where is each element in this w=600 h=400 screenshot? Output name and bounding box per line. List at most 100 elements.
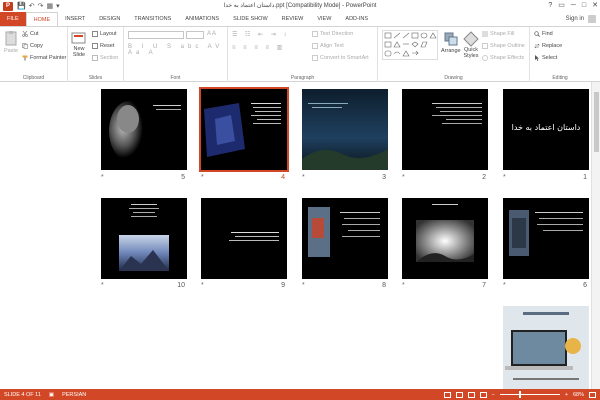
tab-transitions[interactable]: TRANSITIONS xyxy=(127,12,178,26)
avatar[interactable] xyxy=(588,15,596,23)
smartart-icon xyxy=(312,55,318,61)
quick-styles-button[interactable]: Quick Styles xyxy=(463,31,479,59)
font-name-dropdown[interactable] xyxy=(128,31,184,39)
convert-smartart-button[interactable]: Convert to SmartArt xyxy=(312,55,369,61)
replace-button[interactable]: Replace xyxy=(534,43,562,49)
tab-slide-show[interactable]: SLIDE SHOW xyxy=(226,12,275,26)
slide-animation-icon-9[interactable]: * xyxy=(201,282,204,289)
cut-label: Cut xyxy=(30,31,39,37)
tab-review[interactable]: REVIEW xyxy=(275,12,311,26)
start-slideshow-icon[interactable]: ▦ xyxy=(46,2,53,10)
align-buttons[interactable]: ≡ ≡ ≡ ≡ ▥ xyxy=(232,44,285,51)
shape-outline-button[interactable]: Shape Outline xyxy=(482,43,525,49)
vertical-scrollbar[interactable] xyxy=(591,82,600,389)
slide-thumbnail-8[interactable] xyxy=(302,198,388,279)
arrange-button[interactable]: Arrange xyxy=(441,31,461,54)
save-icon[interactable]: 💾 xyxy=(17,2,26,10)
close-icon[interactable]: ✕ xyxy=(592,0,598,12)
undo-icon[interactable]: ↶ xyxy=(29,2,35,10)
slide-8-image xyxy=(302,198,388,279)
pen-icon xyxy=(482,43,488,49)
select-button[interactable]: Select xyxy=(534,55,557,61)
slide-thumbnail-1[interactable]: داستان اعتماد به خدا xyxy=(503,89,589,170)
font-size-dropdown[interactable] xyxy=(186,31,204,39)
text-direction-label: Text Direction xyxy=(320,31,354,37)
tab-add-ins[interactable]: ADD-INS xyxy=(338,12,375,26)
customize-qat-icon[interactable]: ▾ xyxy=(56,2,60,10)
slide-animation-icon-1[interactable]: * xyxy=(503,174,506,181)
redo-icon[interactable]: ↷ xyxy=(38,2,44,10)
zoom-slider-knob[interactable] xyxy=(518,391,521,398)
slide-sorter-view-icon[interactable] xyxy=(455,391,463,398)
replace-label: Replace xyxy=(542,43,563,49)
slide-number-2: 2 xyxy=(482,174,486,181)
zoom-out-icon[interactable]: − xyxy=(492,392,495,398)
slide-animation-icon-2[interactable]: * xyxy=(402,174,405,181)
slide-animation-icon-5[interactable]: * xyxy=(101,174,104,181)
slide-thumbnail-9[interactable] xyxy=(201,198,287,279)
font-format-buttons[interactable]: B I U S abc AV Aa A xyxy=(128,44,227,56)
tab-animations[interactable]: ANIMATIONS xyxy=(178,12,226,26)
zoom-level[interactable]: 68% xyxy=(573,392,584,398)
shape-fill-button[interactable]: Shape Fill xyxy=(482,31,514,37)
slide-thumbnail-6[interactable] xyxy=(503,198,589,279)
new-slide-button[interactable]: New Slide xyxy=(71,30,87,58)
slide-animation-icon-4[interactable]: * xyxy=(201,174,204,181)
tab-view[interactable]: VIEW xyxy=(310,12,338,26)
shape-effects-button[interactable]: Shape Effects xyxy=(482,55,524,61)
slide-number-8: 8 xyxy=(382,282,386,289)
zoom-slider[interactable] xyxy=(499,391,560,398)
fit-slide-icon[interactable] xyxy=(589,391,596,398)
slide-animation-icon-8[interactable]: * xyxy=(302,282,305,289)
shape-effects-label: Shape Effects xyxy=(490,55,525,61)
find-button[interactable]: Find xyxy=(534,31,553,37)
help-icon[interactable]: ? xyxy=(548,0,552,12)
tab-insert[interactable]: INSERT xyxy=(58,12,92,26)
list-buttons[interactable]: ☰ ☷ ⇤ ⇥ ↕ xyxy=(232,31,289,38)
slides-group: New Slide Layout Reset Section Slides xyxy=(68,27,124,82)
cut-button[interactable]: Cut xyxy=(22,31,39,37)
reading-view-icon[interactable] xyxy=(467,391,475,398)
layout-button[interactable]: Layout xyxy=(92,31,117,37)
slide-thumbnail-3[interactable] xyxy=(302,89,388,170)
scrollbar-thumb[interactable] xyxy=(594,92,599,152)
shape-outline-label: Shape Outline xyxy=(490,43,525,49)
section-button[interactable]: Section xyxy=(92,55,118,61)
drawing-group: Arrange Quick Styles Shape Fill Shape Ou… xyxy=(378,27,530,82)
slide-animation-icon-3[interactable]: * xyxy=(302,174,305,181)
paste-button[interactable]: Paste xyxy=(3,30,19,54)
minimize-icon[interactable]: ─ xyxy=(571,0,576,12)
zoom-in-icon[interactable]: + xyxy=(565,392,568,398)
slide-animation-icon-7[interactable]: * xyxy=(402,282,405,289)
slide-thumbnail-4[interactable] xyxy=(199,87,289,172)
copy-button[interactable]: Copy xyxy=(22,43,43,49)
normal-view-icon[interactable] xyxy=(443,391,451,398)
cursor-icon xyxy=(535,55,539,61)
paragraph-group-label: Paragraph xyxy=(290,75,315,81)
slide-thumbnail-2[interactable] xyxy=(402,89,488,170)
format-painter-button[interactable]: Format Painter xyxy=(22,55,66,61)
format-painter-label: Format Painter xyxy=(30,55,67,61)
slide-5-image xyxy=(101,89,187,170)
ribbon-display-icon[interactable]: ▭ xyxy=(558,0,565,12)
slideshow-view-icon[interactable] xyxy=(479,391,487,398)
text-direction-button[interactable]: Text Direction xyxy=(312,31,353,37)
slide-animation-icon-10[interactable]: * xyxy=(101,282,104,289)
slide-animation-icon-6[interactable]: * xyxy=(503,282,506,289)
maximize-icon[interactable]: □ xyxy=(582,0,586,12)
grow-font-icon[interactable]: A A xyxy=(207,31,216,37)
slide-thumbnail-7[interactable] xyxy=(402,198,488,279)
sign-in-link[interactable]: Sign in xyxy=(566,12,584,26)
slide-thumbnail-5[interactable] xyxy=(101,89,187,170)
tab-home[interactable]: HOME xyxy=(25,12,59,26)
tab-design[interactable]: DESIGN xyxy=(92,12,127,26)
align-text-button[interactable]: Align Text xyxy=(312,43,344,49)
language-status[interactable]: PERSIAN xyxy=(62,392,86,398)
title-bar: P 💾 ↶ ↷ ▦ ▾ داستان اعتماد به خدا.ppt [Co… xyxy=(0,0,600,12)
tab-file[interactable]: FILE xyxy=(0,12,26,26)
slide-thumbnail-10[interactable] xyxy=(101,198,187,279)
slide-thumbnail-11[interactable] xyxy=(503,306,589,389)
shapes-gallery[interactable] xyxy=(382,30,438,60)
reset-button[interactable]: Reset xyxy=(92,43,114,49)
proofing-icon[interactable]: ▣ xyxy=(49,392,54,398)
